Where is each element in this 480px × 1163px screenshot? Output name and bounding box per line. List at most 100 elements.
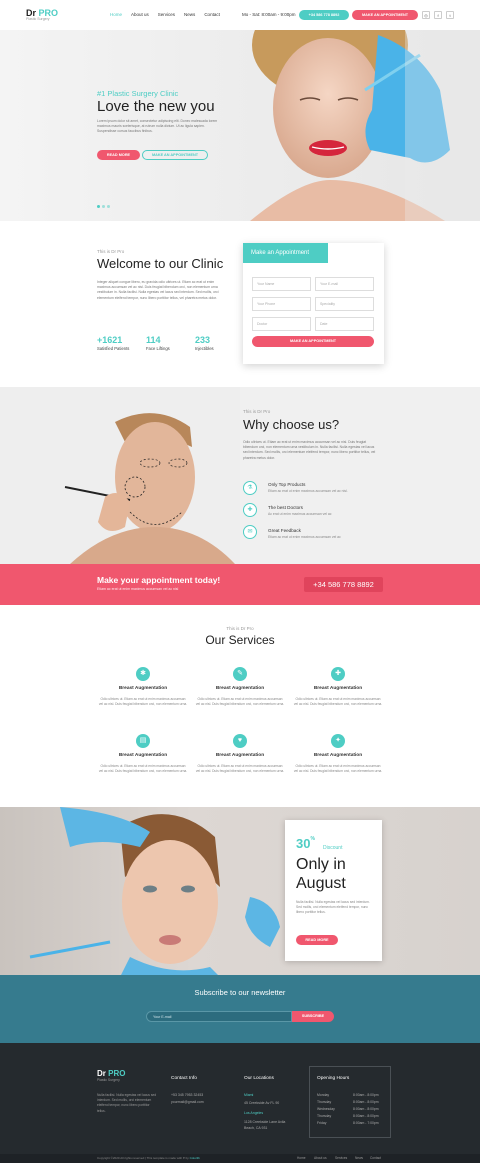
welcome-title: Welcome to our Clinic [97,256,224,271]
services-title: Our Services [205,633,275,647]
instagram-icon[interactable]: ◎ [422,11,430,19]
bandage-icon: ✦ [331,734,345,748]
colorlib-link[interactable]: Colorlib [190,1156,200,1160]
welcome-kicker: This is Dr Pro [97,249,125,254]
why-kicker: This is Dr Pro [243,409,271,414]
footer-nav-contact[interactable]: Contact [370,1156,381,1160]
promo-text: Nulla facilisi. Nulla egestas vel lacus … [296,900,370,915]
speciality-field[interactable]: Speciality [315,297,374,311]
service-card[interactable]: ✚ Breast Augmentation Odio ultrices ut. … [293,667,383,707]
flask-icon: ⚗ [243,481,257,495]
promo-title: Only in August [296,856,346,892]
email-field[interactable]: Your E-mail [315,277,374,291]
why-text: Odio ultrices ut. Etiam ac erat ut enim … [243,440,376,460]
nav-about[interactable]: About us [131,12,149,17]
phone-field[interactable]: Your Phone [252,297,311,311]
hours-time: 8:00am - 8:00pm [353,1100,379,1104]
hero-model-image [250,30,480,221]
stat-facelifts: 114 Face Liftings [146,335,170,351]
footer-nav-about[interactable]: About us [314,1156,327,1160]
footer-nav-home[interactable]: Home [297,1156,306,1160]
hero-appointment-button[interactable]: MAKE AN APPOINTMENT [142,150,208,160]
service-card[interactable]: ♥ Breast Augmentation Odio ultrices ut. … [195,734,285,774]
medical-icon: ✚ [331,667,345,681]
footer-locations-heading: Our Locations [244,1076,274,1081]
hero-title: Love the new you [97,98,215,115]
why-model-image [0,387,240,564]
location-miami: Miami [244,1093,254,1097]
heart-icon: ♥ [233,734,247,748]
appointment-button[interactable]: MAKE AN APPOINTMENT [352,10,418,20]
cta-phone-button[interactable]: +34 586 778 8892 [304,577,383,592]
chat-icon: ✉ [243,525,257,539]
newsletter-email-input[interactable]: Your E-mail [146,1011,292,1022]
hero-section: #1 Plastic Surgery Clinic Love the new y… [0,30,480,221]
feature-title: The best Doctors [268,505,303,510]
opening-hours-heading: Opening Hours [317,1076,350,1081]
doctor-field[interactable]: Doctor [252,317,311,331]
service-card[interactable]: ✎ Breast Augmentation Odio ultrices ut. … [195,667,285,707]
feature-title: Only Top Products [268,482,306,487]
nav-contact[interactable]: Contact [204,12,220,17]
footer-logo-tagline: Plastic Surgery [97,1078,120,1082]
stat-patients: +1621 Satisfied Patients [97,335,130,351]
scalpel-icon: ✎ [233,667,247,681]
service-card[interactable]: ✦ Breast Augmentation Odio ultrices ut. … [293,734,383,774]
opening-hours: Mo - Sat: 8:00am - 9:00pm [242,12,296,17]
cta-text: Etiam ac erat ut enim maximus accumsan v… [97,587,179,591]
services-kicker: This is Dr Pro [226,626,254,631]
hours-day: Thursday [317,1114,332,1118]
syringe-icon: ✱ [136,667,150,681]
hours-day: Wednesday [317,1107,335,1111]
form-title: Make an Appointment [243,243,328,263]
clipboard-icon: ▤ [136,734,150,748]
hero-read-more-button[interactable]: READ MORE [97,150,140,160]
feature-text: Etiam ac erat ut enim maximus accumsan v… [268,535,341,539]
location-la: Los Angeles [244,1111,264,1115]
hours-day: Thursday [317,1100,332,1104]
hero-subtitle: #1 Plastic Surgery Clinic [97,89,179,98]
service-card[interactable]: ✱ Breast Augmentation Odio ultrices ut. … [98,667,188,707]
newsletter-section [0,975,480,1043]
footer-logo[interactable]: Dr PRO [97,1069,125,1078]
location-la-address: Beach, CA 931 [244,1126,268,1130]
phone-button[interactable]: +34 586 778 8892 [299,10,349,20]
feature-title: Great Feedback [268,528,301,533]
date-field[interactable]: Date [315,317,374,331]
promo-section [0,807,480,977]
promo-discount-label: Discount [323,845,343,851]
hours-time: 8:00am - 8:00pm [353,1107,379,1111]
location-la-address: 1128 Creekside Lane Avila [244,1120,286,1124]
nav-services[interactable]: Services [158,12,175,17]
footer-about-text: Nulla facilisi. Nulla egestas vel lacus … [97,1093,157,1113]
footer-contact-heading: Contact Info [171,1076,197,1081]
form-submit-button[interactable]: MAKE AN APPOINTMENT [252,336,374,347]
copyright: Copyright ©2020 All rights reserved | Th… [97,1156,200,1160]
feature-text: Ac erat ut enim maximus accumsan vel ac [268,512,332,516]
nav-news[interactable]: News [184,12,195,17]
name-field[interactable]: Your Name [252,277,311,291]
nav-home[interactable]: Home [110,12,122,17]
feature-text: Etiam ac erat ut enim maximus accumsan v… [268,489,348,493]
why-title: Why choose us? [243,417,340,432]
footer-nav-services[interactable]: Services [335,1156,347,1160]
service-card[interactable]: ▤ Breast Augmentation Odio ultrices ut. … [98,734,188,774]
hours-day: Monday [317,1093,330,1097]
subscribe-button[interactable]: SUBSCRIBE [292,1011,334,1022]
why-section [0,387,480,564]
slider-dots[interactable] [97,205,110,208]
stat-injectibles: 233 Injectibles [195,335,214,351]
location-miami-address: 45 Creekside Av FL 90 [244,1101,280,1105]
welcome-text: Integer aliquet congue libero, eu gravid… [97,280,219,300]
twitter-icon[interactable]: t [446,11,454,19]
footer-nav-news[interactable]: News [355,1156,363,1160]
footer-email[interactable]: yourmail@gmail.com [171,1100,204,1104]
hours-time: 8:00am - 8:00pm [353,1093,379,1097]
site-header: Dr PRO Plastic Surgery Home About us Ser… [0,0,480,30]
facebook-icon[interactable]: f [434,11,442,19]
logo-tagline: Plastic Surgery [26,17,50,21]
footer-phone[interactable]: +53 345 7953 32453 [171,1093,203,1097]
promo-read-more-button[interactable]: READ MORE [296,935,338,945]
cta-title: Make your appointment today! [97,575,221,585]
doctor-icon: ✚ [243,503,257,517]
